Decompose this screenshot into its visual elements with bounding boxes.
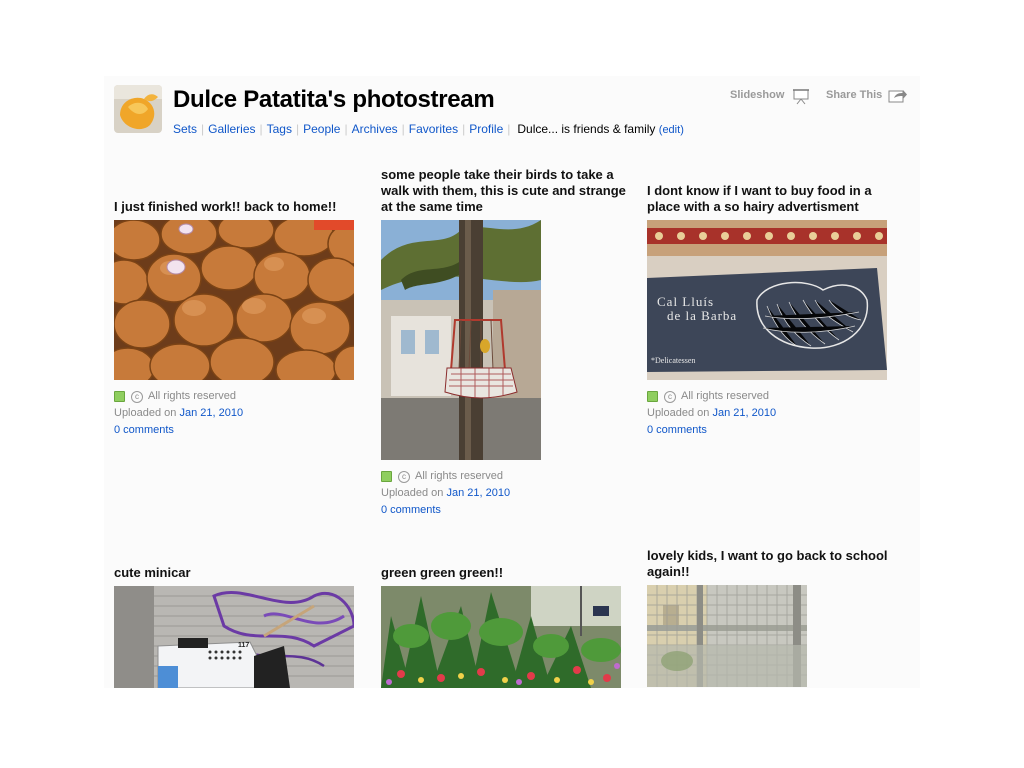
photo-title[interactable]: lovely kids, I want to go back to school… bbox=[647, 548, 907, 580]
privacy-square-icon bbox=[114, 391, 125, 402]
comments-link[interactable]: 0 comments bbox=[114, 424, 174, 436]
share-this-label: Share This bbox=[826, 89, 883, 101]
minicar-number: 117 bbox=[238, 642, 250, 649]
nav-link-archives[interactable]: Archives bbox=[352, 122, 398, 136]
page-title: Dulce Patatita's photostream bbox=[173, 86, 495, 113]
privacy-square-icon bbox=[647, 391, 658, 402]
sign-text-line2: de la Barba bbox=[667, 308, 738, 323]
license-row: c All rights reserved bbox=[381, 468, 641, 485]
photo-item: some people take their birds to take a w… bbox=[381, 167, 641, 519]
license-row: c All rights reserved bbox=[647, 388, 907, 405]
photo-item: green green green!! bbox=[381, 565, 641, 688]
upload-prefix: Uploaded on bbox=[381, 487, 444, 499]
nav-separator: | bbox=[401, 122, 405, 136]
license-row: c All rights reserved bbox=[114, 388, 374, 405]
comments-link[interactable]: 0 comments bbox=[381, 504, 441, 516]
nav-link-sets[interactable]: Sets bbox=[173, 122, 197, 136]
nav-separator: | bbox=[507, 122, 511, 136]
slideshow-icon bbox=[792, 87, 810, 108]
photo-meta: c All rights reserved Uploaded on Jan 21… bbox=[114, 388, 374, 439]
photo-title[interactable]: green green green!! bbox=[381, 565, 641, 581]
photo-thumbnail-school[interactable] bbox=[647, 585, 807, 687]
photo-item: cute minicar 117 bbox=[114, 565, 374, 688]
license-text[interactable]: All rights reserved bbox=[415, 468, 503, 485]
photo-thumbnail-shop-sign[interactable]: Cal Lluís de la Barba *Delicatessen bbox=[647, 220, 887, 380]
photostream-page: Dulce Patatita's photostream Sets | Galler… bbox=[104, 76, 920, 688]
upload-date-row: Uploaded on Jan 21, 2010 bbox=[647, 405, 907, 422]
slideshow-button[interactable]: Slideshow bbox=[730, 87, 812, 107]
copyright-icon: c bbox=[398, 470, 410, 483]
comments-row: 0 comments bbox=[647, 422, 907, 439]
photo-title[interactable]: I just finished work!! back to home!! bbox=[114, 199, 374, 215]
nav-separator: | bbox=[201, 122, 205, 136]
nav-separator: | bbox=[295, 122, 300, 136]
nav-link-people[interactable]: People bbox=[303, 122, 340, 136]
upload-date-link[interactable]: Jan 21, 2010 bbox=[712, 407, 776, 419]
comments-link[interactable]: 0 comments bbox=[647, 424, 707, 436]
slideshow-label: Slideshow bbox=[730, 89, 785, 101]
photo-thumbnail-minicar[interactable]: 117 bbox=[114, 586, 354, 688]
nav-separator: | bbox=[462, 122, 466, 136]
photo-item: I dont know if I want to buy food in a p… bbox=[647, 183, 907, 439]
upload-prefix: Uploaded on bbox=[114, 407, 177, 419]
copyright-icon: c bbox=[664, 390, 676, 403]
photo-item: I just finished work!! back to home!! c … bbox=[114, 199, 374, 439]
header-tools: Slideshow Share This bbox=[720, 85, 910, 105]
upload-prefix: Uploaded on bbox=[647, 407, 710, 419]
upload-date-link[interactable]: Jan 21, 2010 bbox=[179, 407, 243, 419]
photo-item: lovely kids, I want to go back to school… bbox=[647, 548, 907, 687]
photo-meta: c All rights reserved Uploaded on Jan 21… bbox=[381, 468, 641, 519]
relationship-text: Dulce... is friends & family bbox=[517, 122, 656, 136]
photo-title[interactable]: cute minicar bbox=[114, 565, 374, 581]
photo-thumbnail-plants[interactable] bbox=[381, 586, 621, 688]
nav-link-favorites[interactable]: Favorites bbox=[409, 122, 458, 136]
photo-thumbnail-birdcage[interactable] bbox=[381, 220, 541, 460]
photostream-nav: Sets | Galleries | Tags | People | Archives | Favo… bbox=[173, 122, 684, 137]
license-text[interactable]: All rights reserved bbox=[681, 388, 769, 405]
buddy-icon-avatar[interactable] bbox=[114, 85, 162, 133]
photo-title[interactable]: some people take their birds to take a w… bbox=[381, 167, 641, 215]
nav-link-galleries[interactable]: Galleries bbox=[208, 122, 255, 136]
privacy-square-icon bbox=[381, 471, 392, 482]
comments-row: 0 comments bbox=[114, 422, 374, 439]
upload-date-link[interactable]: Jan 21, 2010 bbox=[446, 487, 510, 499]
nav-separator: | bbox=[344, 122, 348, 136]
license-text[interactable]: All rights reserved bbox=[148, 388, 236, 405]
nav-separator: | bbox=[259, 122, 263, 136]
share-arrow-icon bbox=[888, 87, 908, 108]
edit-link-wrapper: (edit) bbox=[658, 124, 684, 136]
edit-relationship-link[interactable]: edit bbox=[662, 124, 680, 136]
photo-meta: c All rights reserved Uploaded on Jan 21… bbox=[647, 388, 907, 439]
photostream-header: Dulce Patatita's photostream Sets | Galler… bbox=[114, 85, 910, 137]
comments-row: 0 comments bbox=[381, 502, 641, 519]
nav-link-profile[interactable]: Profile bbox=[469, 122, 503, 136]
upload-date-row: Uploaded on Jan 21, 2010 bbox=[114, 405, 374, 422]
photo-thumbnail-kiwis[interactable] bbox=[114, 220, 354, 380]
sign-text-small: *Delicatessen bbox=[651, 356, 696, 365]
copyright-icon: c bbox=[131, 390, 143, 403]
nav-link-tags[interactable]: Tags bbox=[267, 122, 292, 136]
photo-title[interactable]: I dont know if I want to buy food in a p… bbox=[647, 183, 907, 215]
share-this-button[interactable]: Share This bbox=[826, 87, 910, 107]
upload-date-row: Uploaded on Jan 21, 2010 bbox=[381, 485, 641, 502]
